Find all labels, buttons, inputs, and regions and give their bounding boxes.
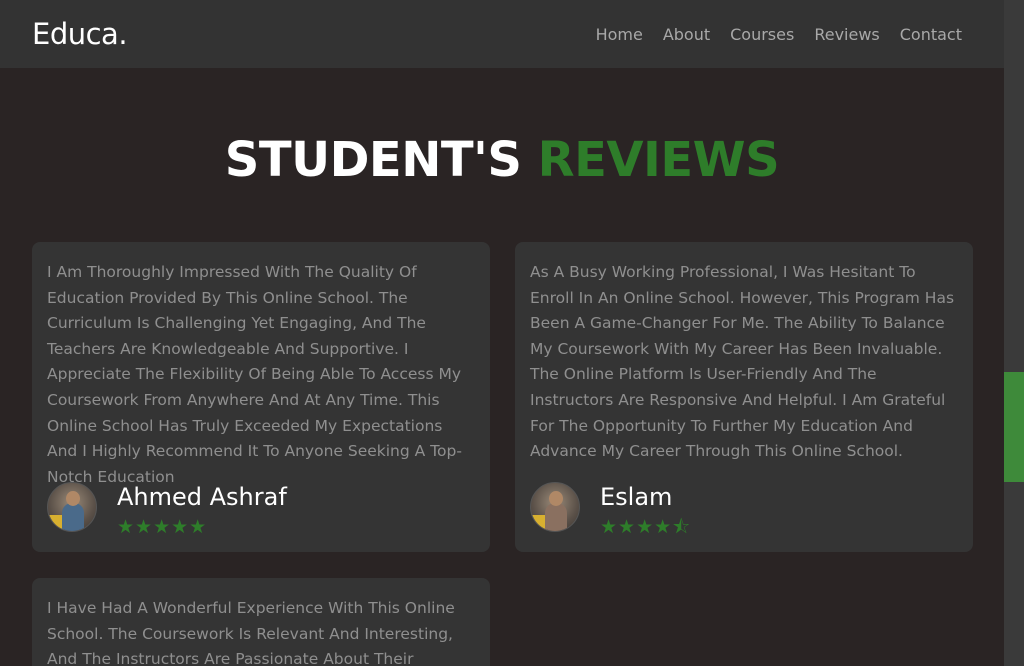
avatar <box>530 482 580 532</box>
heading-main: STUDENT'S <box>224 132 522 188</box>
section-heading: STUDENT'S REVIEWS <box>0 132 1004 188</box>
nav-link-home[interactable]: Home <box>596 25 643 44</box>
nav-link-contact[interactable]: Contact <box>900 25 962 44</box>
reviewer: Ahmed Ashraf ★★★★★ <box>47 482 287 538</box>
review-text: I Have Had A Wonderful Experience With T… <box>47 599 455 666</box>
scrollbar-thumb[interactable] <box>1004 372 1024 482</box>
heading-accent: REVIEWS <box>537 132 780 188</box>
review-card: I Am Thoroughly Impressed With The Quali… <box>32 242 490 552</box>
reviewer: Eslam ★★★★⯪ <box>530 482 691 538</box>
reviewer-name: Ahmed Ashraf <box>117 483 287 511</box>
navbar: Educa. Home About Courses Reviews Contac… <box>0 0 1004 68</box>
nav-link-courses[interactable]: Courses <box>730 25 794 44</box>
nav-link-reviews[interactable]: Reviews <box>814 25 879 44</box>
review-text: I Am Thoroughly Impressed With The Quali… <box>47 263 462 486</box>
reviewer-info: Eslam ★★★★⯪ <box>600 482 691 538</box>
review-card: As A Busy Working Professional, I Was He… <box>515 242 973 552</box>
site-logo[interactable]: Educa. <box>32 17 128 51</box>
nav-link-about[interactable]: About <box>663 25 710 44</box>
reviewer-name: Eslam <box>600 483 673 511</box>
avatar <box>47 482 97 532</box>
star-rating: ★★★★★ <box>117 517 208 538</box>
reviewer-info: Ahmed Ashraf ★★★★★ <box>117 482 287 538</box>
nav-links: Home About Courses Reviews Contact <box>596 25 962 44</box>
review-card: I Have Had A Wonderful Experience With T… <box>32 578 490 666</box>
star-rating: ★★★★⯪ <box>600 517 692 538</box>
scrollbar-track[interactable] <box>1004 0 1024 666</box>
review-text: As A Busy Working Professional, I Was He… <box>530 263 955 461</box>
